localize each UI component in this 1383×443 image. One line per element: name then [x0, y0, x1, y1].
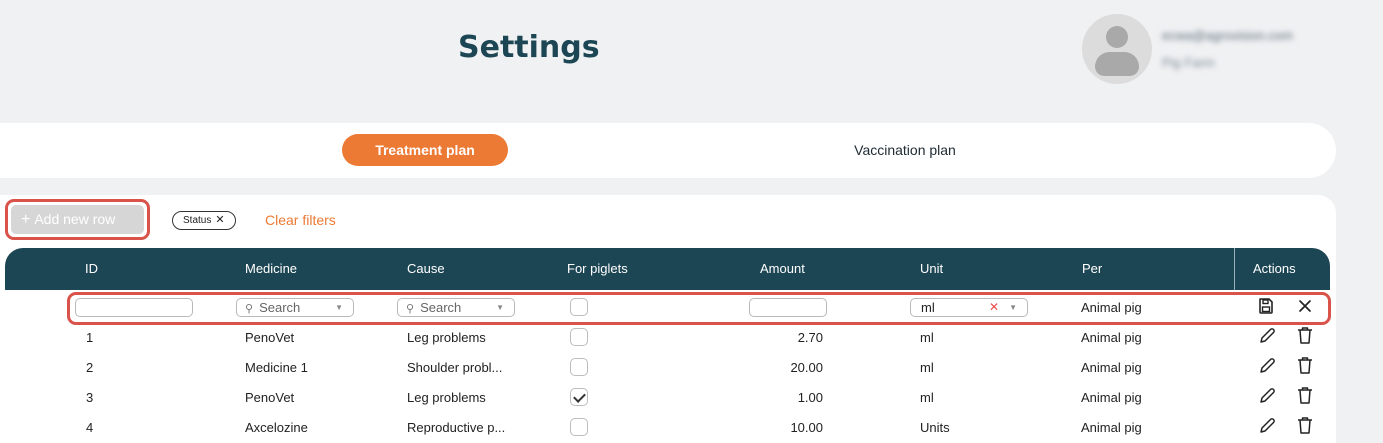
edit-icon[interactable] [1258, 387, 1276, 405]
delete-icon[interactable] [1296, 326, 1314, 345]
column-header-amount[interactable]: Amount [760, 248, 805, 290]
edit-icon[interactable] [1258, 327, 1276, 345]
column-header-id[interactable]: ID [85, 248, 98, 290]
tab-vaccination-plan[interactable]: Vaccination plan [800, 134, 1010, 166]
for-piglets-checkbox[interactable] [570, 418, 588, 436]
cell-per: Animal pig [1081, 360, 1142, 375]
table-header: ID Medicine Cause For piglets Amount Uni… [5, 248, 1330, 290]
cell-unit: Units [920, 420, 950, 435]
cell-cause: Shoulder probl... [407, 360, 503, 375]
cell-medicine: Medicine 1 [245, 360, 308, 375]
add-new-row-button[interactable]: + Add new row [11, 205, 144, 234]
cell-id: 1 [86, 330, 94, 345]
clear-filters-link[interactable]: Clear filters [265, 212, 336, 228]
search-icon: ⚲ [406, 303, 415, 315]
cell-amount: 2.70 [797, 330, 823, 345]
cell-per: Animal pig [1081, 330, 1142, 345]
cell-id: 3 [86, 390, 94, 405]
cell-unit: ml [920, 390, 934, 405]
user-farm: Pig Farm [1162, 55, 1215, 70]
column-header-cause[interactable]: Cause [407, 248, 445, 290]
page-title: Settings [458, 30, 600, 65]
cell-medicine: Axcelozine [245, 420, 308, 435]
chip-close-icon[interactable]: ✕ [215, 214, 224, 226]
cell-cause: Leg problems [407, 390, 486, 405]
amount-input[interactable] [749, 298, 827, 317]
for-piglets-checkbox[interactable] [570, 388, 588, 406]
add-new-row-label: Add new row [34, 211, 116, 227]
user-email: ecwa@agrovision.com [1162, 28, 1293, 43]
column-header-per[interactable]: Per [1082, 248, 1102, 290]
cell-unit: ml [920, 360, 934, 375]
edit-icon[interactable] [1258, 357, 1276, 375]
for-piglets-checkbox[interactable] [570, 358, 588, 376]
cell-cause: Reproductive p... [407, 420, 506, 435]
delete-icon[interactable] [1296, 386, 1314, 405]
delete-icon[interactable] [1296, 356, 1314, 375]
chevron-down-icon[interactable]: ▼ [1009, 299, 1017, 316]
cell-per: Animal pig [1081, 390, 1142, 405]
cell-medicine: PenoVet [245, 330, 295, 345]
status-filter-chip[interactable]: Status ✕ [172, 211, 236, 230]
column-header-unit[interactable]: Unit [920, 248, 943, 290]
status-chip-label: Status [183, 215, 212, 226]
chevron-down-icon[interactable]: ▼ [335, 299, 343, 316]
cell-amount: 10.00 [790, 420, 823, 435]
save-icon[interactable] [1257, 297, 1275, 315]
avatar[interactable] [1082, 14, 1152, 84]
column-header-medicine[interactable]: Medicine [245, 248, 297, 290]
cell-amount: 1.00 [797, 390, 823, 405]
chevron-down-icon[interactable]: ▼ [496, 299, 504, 316]
cell-amount: 20.00 [790, 360, 823, 375]
id-input[interactable] [75, 298, 193, 317]
add-button-highlight: + Add new row [5, 199, 150, 240]
cancel-icon[interactable] [1298, 299, 1312, 313]
unit-select[interactable]: ml ✕ ▼ [910, 298, 1028, 317]
clear-icon[interactable]: ✕ [989, 299, 999, 316]
user-profile[interactable]: ecwa@agrovision.com Pig Farm [1082, 14, 1293, 84]
per-value: Animal pig [1081, 300, 1142, 315]
plus-icon: + [21, 211, 31, 228]
medicine-search-select[interactable]: ⚲ Search ▼ [236, 298, 354, 317]
delete-icon[interactable] [1296, 416, 1314, 435]
cause-search-select[interactable]: ⚲ Search ▼ [397, 298, 515, 317]
cell-medicine: PenoVet [245, 390, 295, 405]
search-icon: ⚲ [245, 303, 254, 315]
for-piglets-checkbox[interactable] [570, 328, 588, 346]
cell-unit: ml [920, 330, 934, 345]
cell-cause: Leg problems [407, 330, 486, 345]
column-header-actions: Actions [1253, 261, 1296, 276]
column-header-for-piglets[interactable]: For piglets [567, 248, 628, 290]
cell-per: Animal pig [1081, 420, 1142, 435]
tab-treatment-plan[interactable]: Treatment plan [342, 134, 508, 166]
edit-icon[interactable] [1258, 417, 1276, 435]
cell-id: 4 [86, 420, 94, 435]
for-piglets-checkbox[interactable] [570, 298, 588, 316]
cell-id: 2 [86, 360, 94, 375]
plan-tabs: Treatment plan Vaccination plan [0, 123, 1336, 178]
